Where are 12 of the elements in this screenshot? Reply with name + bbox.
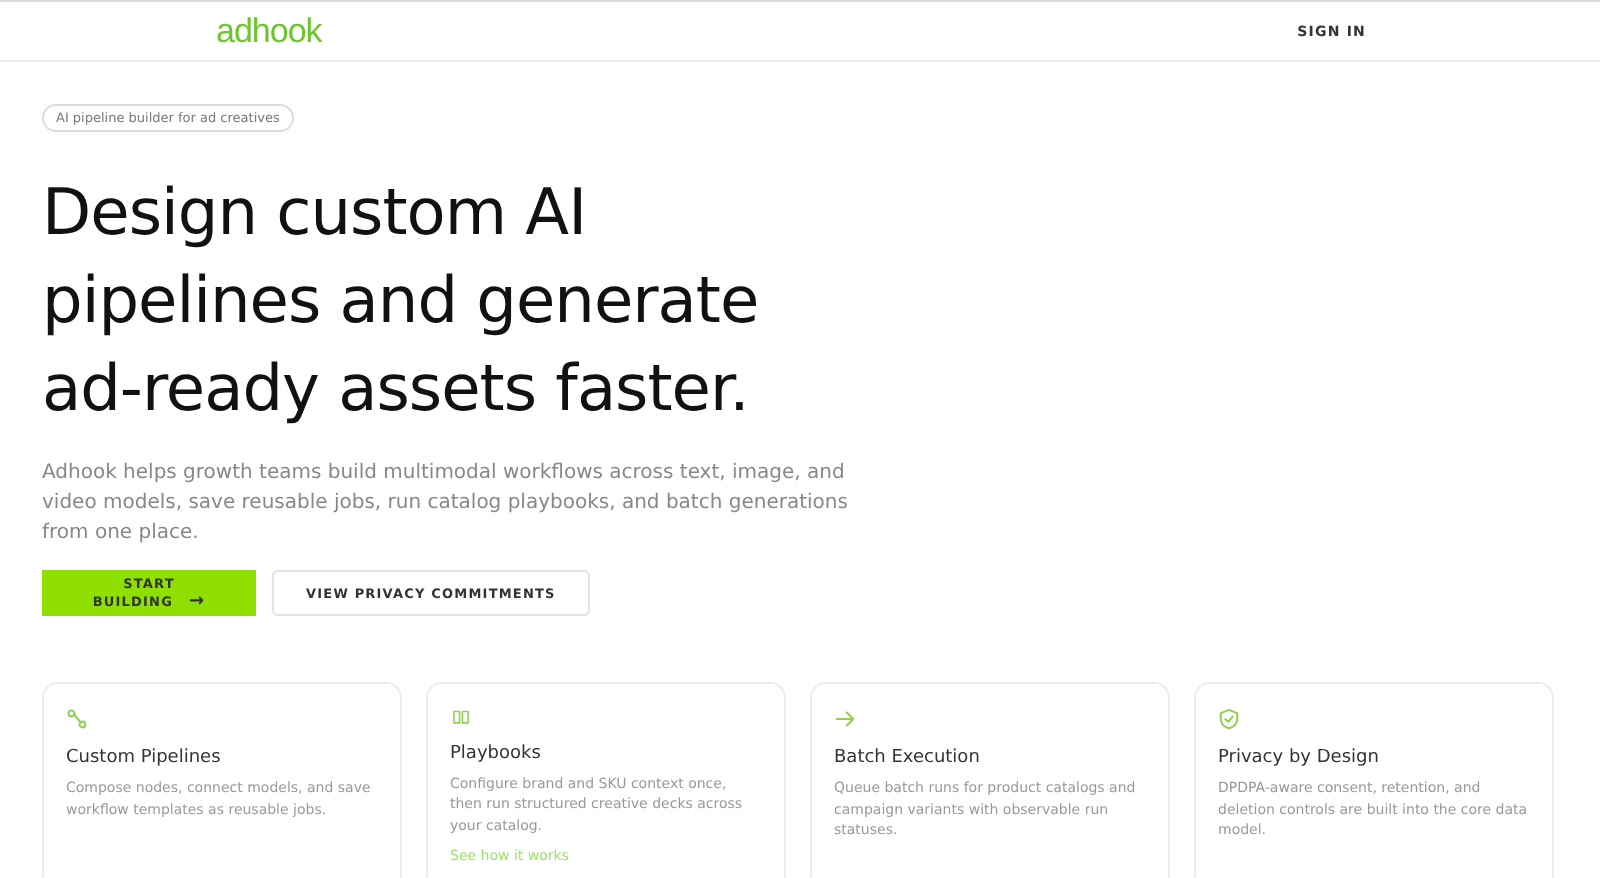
feature-title: Batch Execution [834, 748, 980, 768]
feature-title: Playbooks [450, 743, 541, 763]
headline: Design custom AI [42, 172, 586, 254]
book-icon [450, 708, 472, 725]
feature-title: Custom Pipelines [66, 748, 221, 768]
headline: ad-ready assets faster. [42, 348, 749, 430]
route-icon [66, 708, 88, 730]
feature-title: Privacy by Design [1218, 748, 1379, 768]
arrow-icon [834, 708, 856, 730]
description: Adhook helps growth teams build multimodal workflows across text, image, and video models, save reusable jobs, run catalog playbooks, and batch generations from one place. [42, 460, 850, 548]
shield-icon [1218, 708, 1240, 730]
headline: pipelines and generate [42, 260, 759, 342]
